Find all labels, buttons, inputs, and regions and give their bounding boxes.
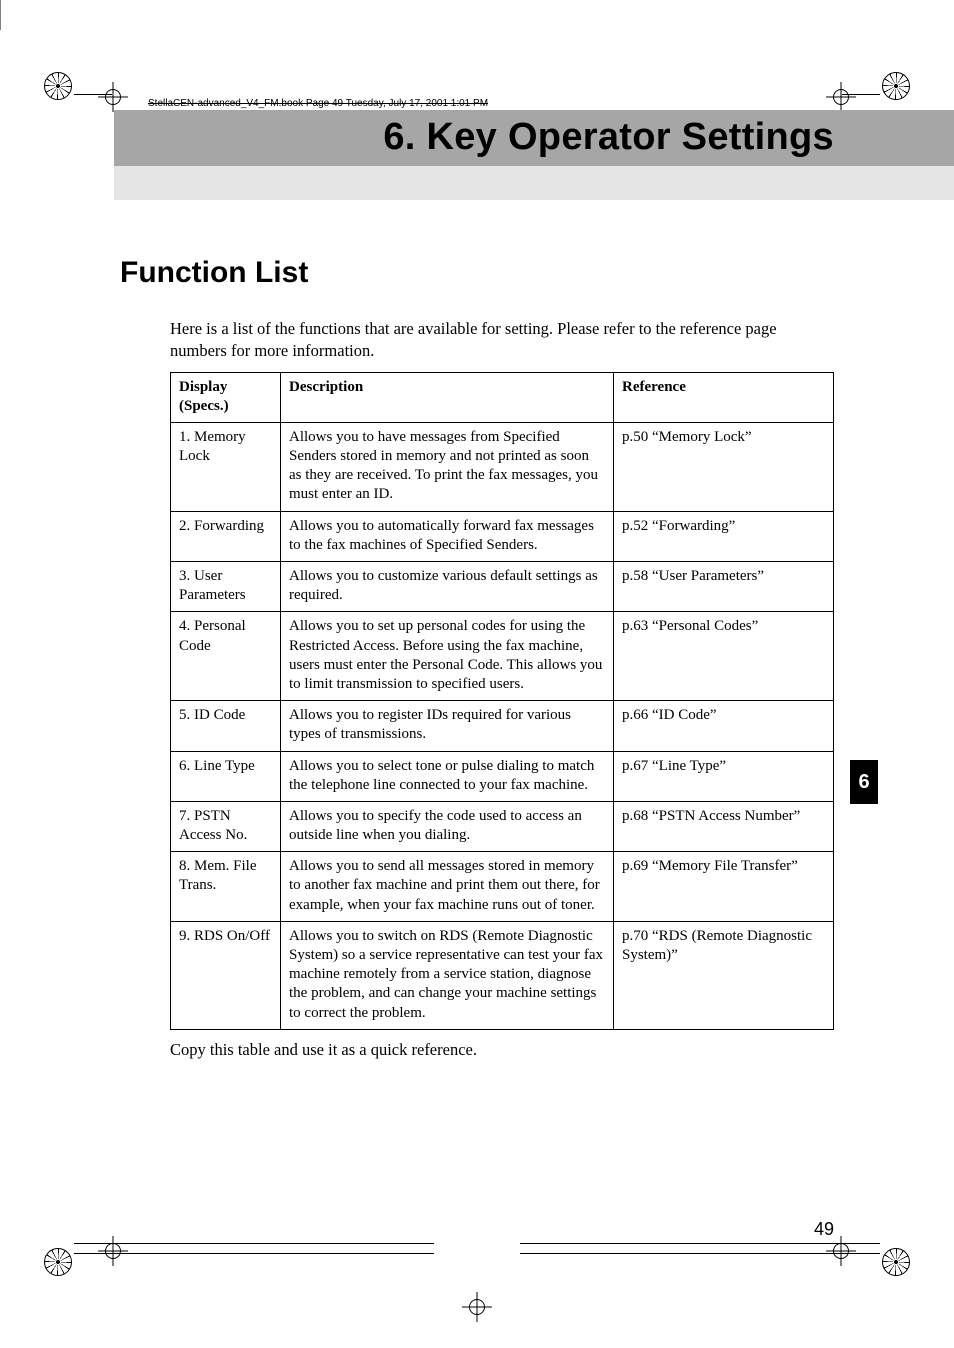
section-index-tab: 6 — [850, 760, 878, 804]
cell-description: Allows you to select tone or pulse diali… — [281, 751, 614, 801]
table-row: 9. RDS On/Off Allows you to switch on RD… — [171, 921, 834, 1029]
crop-rule — [520, 1253, 880, 1254]
cell-reference: p.68 “PSTN Access Number” — [614, 801, 834, 851]
page-content: 6. Key Operator Settings Function List H… — [120, 110, 834, 1238]
cell-reference: p.63 “Personal Codes” — [614, 612, 834, 701]
cell-description: Allows you to have messages from Specifi… — [281, 422, 614, 511]
cell-display: 7. PSTN Access No. — [171, 801, 281, 851]
registration-mark-icon — [882, 1248, 910, 1276]
crop-rule — [74, 1243, 434, 1244]
crop-rule — [842, 94, 880, 95]
section-title: Function List — [120, 256, 834, 290]
lead-paragraph: Here is a list of the functions that are… — [170, 318, 834, 362]
cell-reference: p.58 “User Parameters” — [614, 562, 834, 612]
cell-description: Allows you to set up personal codes for … — [281, 612, 614, 701]
cell-reference: p.50 “Memory Lock” — [614, 422, 834, 511]
crop-mark-icon — [466, 1296, 488, 1318]
chapter-banner: 6. Key Operator Settings — [120, 110, 834, 200]
table-row: 8. Mem. File Trans. Allows you to send a… — [171, 852, 834, 922]
table-header-row: Display (Specs.) Description Reference — [171, 372, 834, 422]
table-row: 6. Line Type Allows you to select tone o… — [171, 751, 834, 801]
cell-reference: p.52 “Forwarding” — [614, 511, 834, 561]
cell-display: 5. ID Code — [171, 701, 281, 751]
crop-rule — [520, 1243, 880, 1244]
slug-line: StellaCEN-advanced_V4_FM.book Page 49 Tu… — [148, 98, 488, 109]
cell-display: 2. Forwarding — [171, 511, 281, 561]
table-row: 7. PSTN Access No. Allows you to specify… — [171, 801, 834, 851]
crop-mark-icon — [830, 86, 852, 108]
cell-display: 9. RDS On/Off — [171, 921, 281, 1029]
crop-rule — [0, 0, 1, 30]
page-number: 49 — [814, 1219, 834, 1240]
cell-display: 6. Line Type — [171, 751, 281, 801]
cell-description: Allows you to automatically forward fax … — [281, 511, 614, 561]
col-reference-header: Reference — [614, 372, 834, 422]
cell-display: 3. User Parameters — [171, 562, 281, 612]
table-row: 2. Forwarding Allows you to automaticall… — [171, 511, 834, 561]
function-table: Display (Specs.) Description Reference 1… — [170, 372, 834, 1030]
table-row: 5. ID Code Allows you to register IDs re… — [171, 701, 834, 751]
registration-mark-icon — [44, 72, 72, 100]
cell-reference: p.66 “ID Code” — [614, 701, 834, 751]
registration-mark-icon — [44, 1248, 72, 1276]
cell-description: Allows you to register IDs required for … — [281, 701, 614, 751]
crop-rule — [74, 94, 112, 95]
cell-reference: p.69 “Memory File Transfer” — [614, 852, 834, 922]
table-row: 1. Memory Lock Allows you to have messag… — [171, 422, 834, 511]
crop-mark-icon — [102, 86, 124, 108]
col-description-header: Description — [281, 372, 614, 422]
cell-display: 1. Memory Lock — [171, 422, 281, 511]
cell-description: Allows you to send all messages stored i… — [281, 852, 614, 922]
after-table-paragraph: Copy this table and use it as a quick re… — [170, 1040, 834, 1060]
cell-description: Allows you to customize various default … — [281, 562, 614, 612]
chapter-title: 6. Key Operator Settings — [383, 116, 834, 159]
table-row: 4. Personal Code Allows you to set up pe… — [171, 612, 834, 701]
cell-description: Allows you to specify the code used to a… — [281, 801, 614, 851]
col-display-header: Display (Specs.) — [171, 372, 281, 422]
cell-display: 4. Personal Code — [171, 612, 281, 701]
cell-reference: p.67 “Line Type” — [614, 751, 834, 801]
cell-description: Allows you to switch on RDS (Remote Diag… — [281, 921, 614, 1029]
banner-bar-light — [114, 166, 954, 200]
table-row: 3. User Parameters Allows you to customi… — [171, 562, 834, 612]
registration-mark-icon — [882, 72, 910, 100]
cell-reference: p.70 “RDS (Remote Diagnostic System)” — [614, 921, 834, 1029]
cell-display: 8. Mem. File Trans. — [171, 852, 281, 922]
crop-rule — [74, 1253, 434, 1254]
